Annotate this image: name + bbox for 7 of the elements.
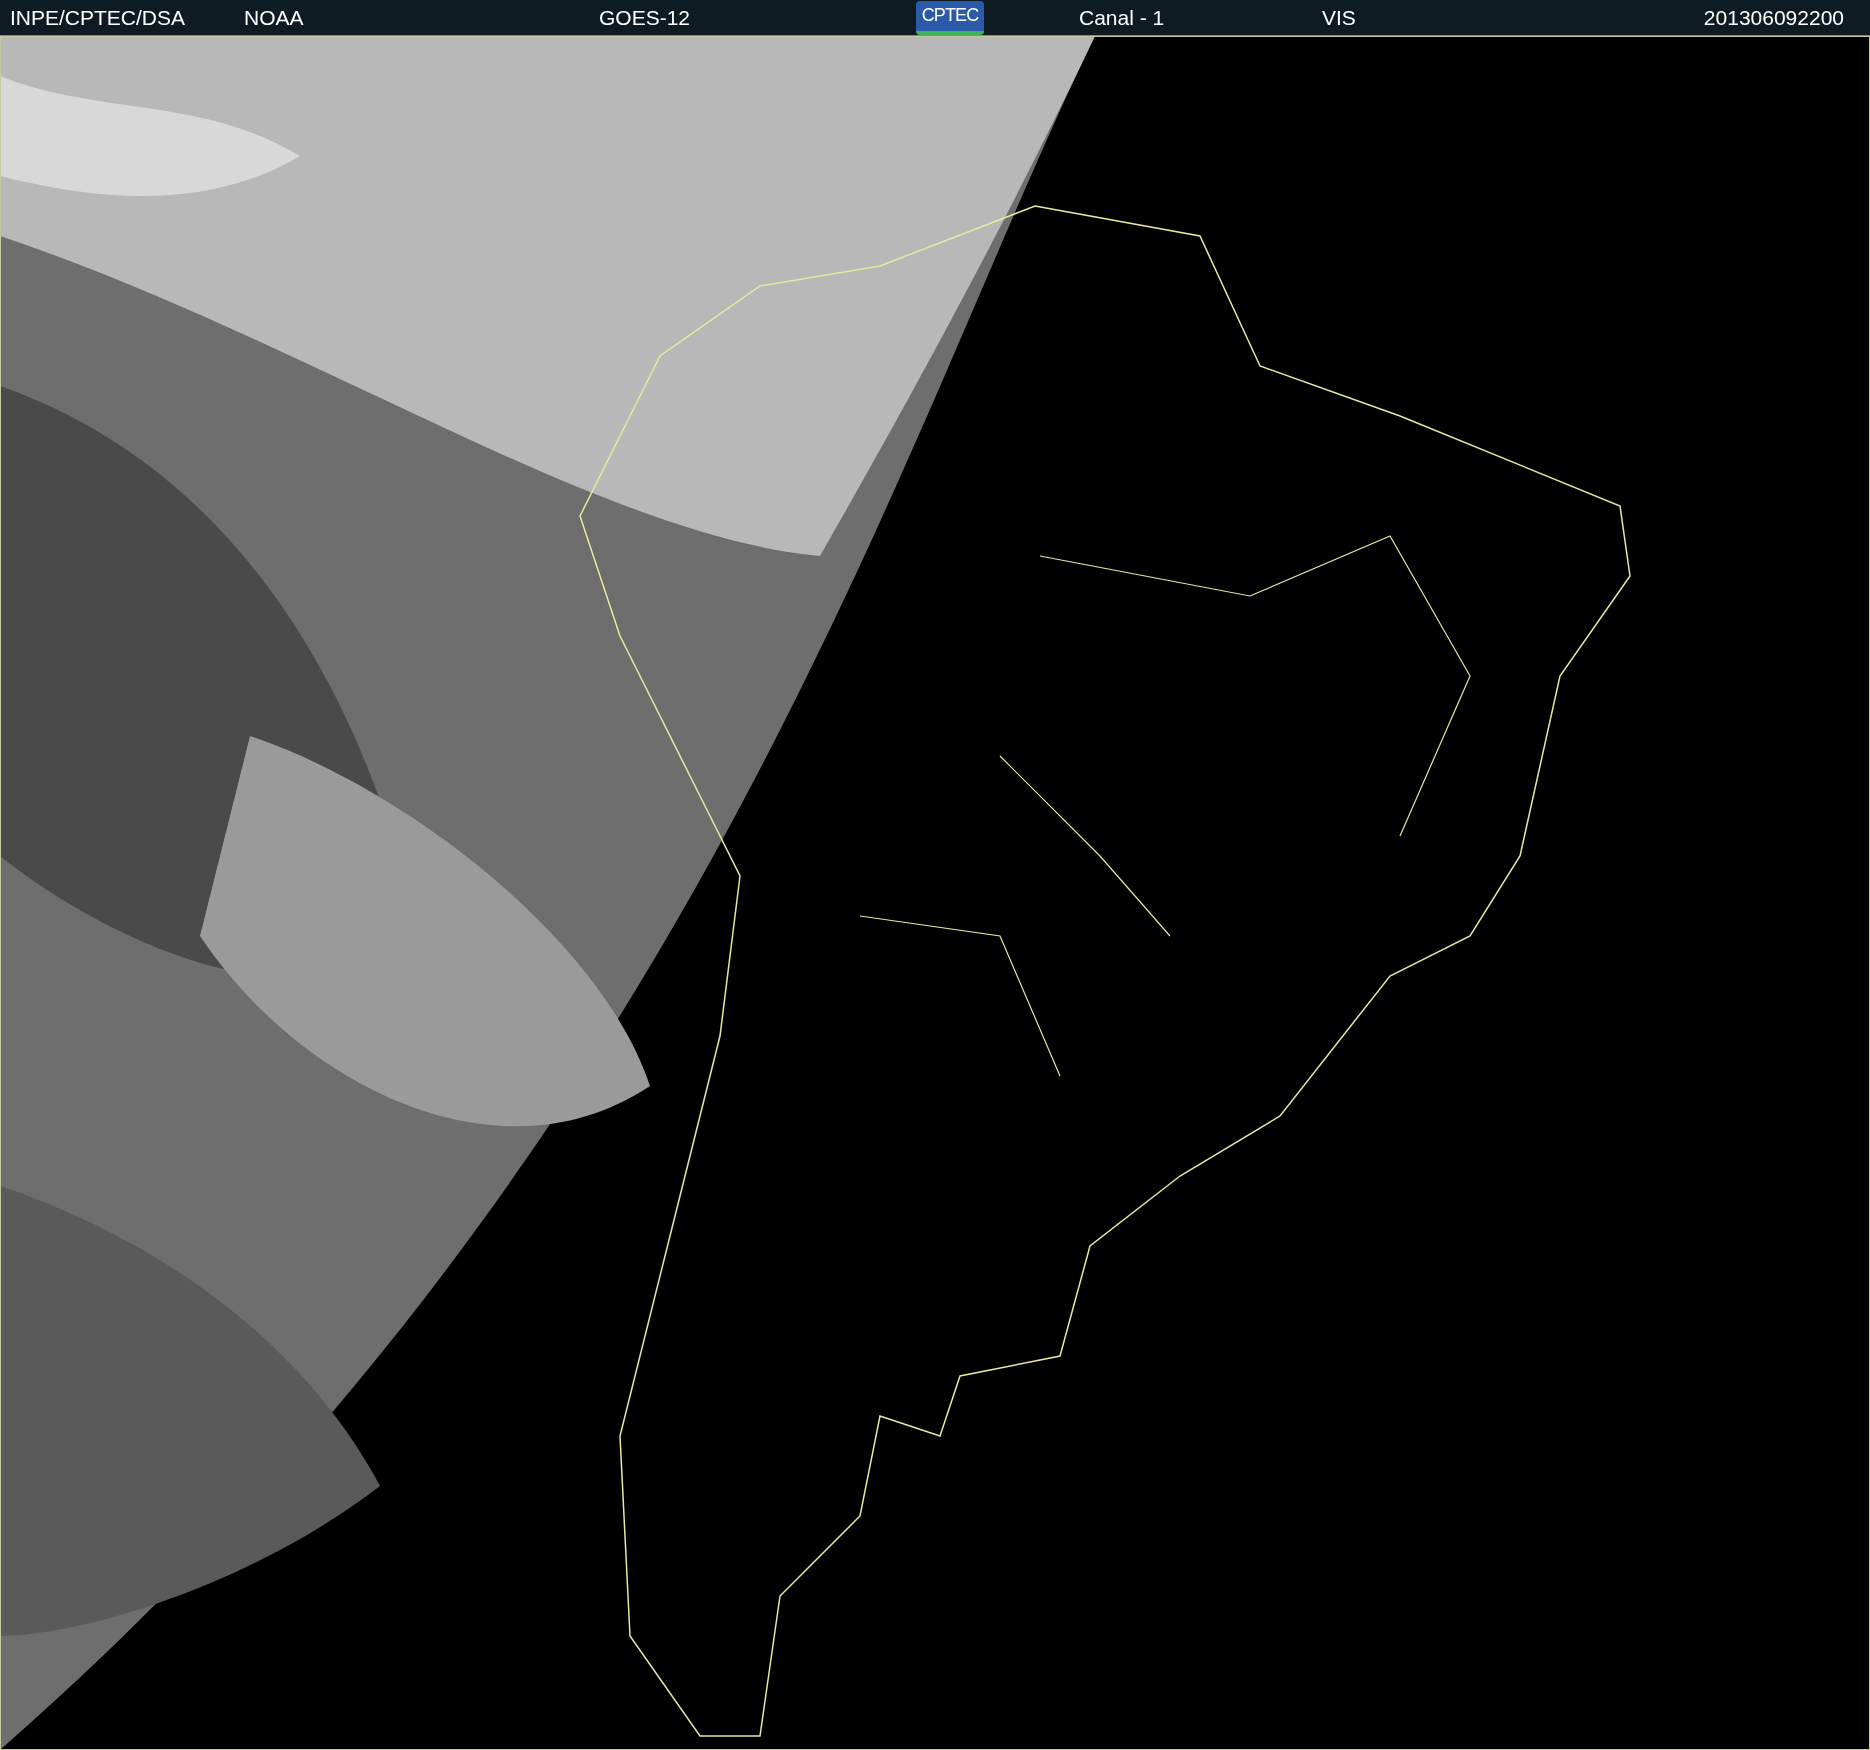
satellite-label: GOES-12 bbox=[599, 4, 692, 31]
band-label: VIS bbox=[1322, 4, 1357, 31]
source-label: INPE/CPTEC/DSA bbox=[10, 4, 187, 31]
agency-label: NOAA bbox=[244, 4, 305, 31]
channel-label: Canal - 1 bbox=[1079, 4, 1166, 31]
cptec-logo: CPTEC bbox=[916, 0, 984, 35]
timestamp-label: 201306092200 bbox=[1703, 4, 1845, 31]
